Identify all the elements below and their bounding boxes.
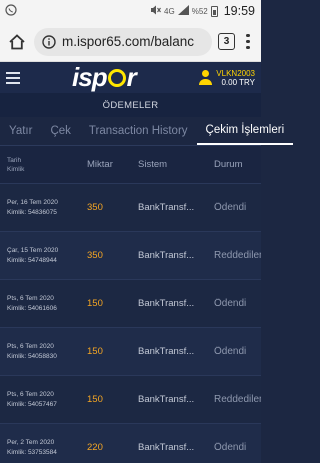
ispor-logo[interactable]: isp r: [72, 64, 137, 91]
row-amount: 350: [87, 250, 103, 261]
header-system: Sistem: [138, 159, 168, 170]
row-system: BankTransf...: [138, 346, 195, 357]
mute-icon: [150, 5, 161, 18]
table-row[interactable]: Per, 16 Tem 2020 Kimlik: 54836075 350 Ban…: [0, 184, 261, 232]
clock: 19:59: [223, 4, 255, 18]
row-status: Reddedilen: [214, 250, 261, 261]
page-title: ÖDEMELER: [0, 93, 261, 117]
row-amount: 150: [87, 394, 103, 405]
address-bar[interactable]: m.ispor65.com/balanc: [34, 27, 212, 56]
table-row[interactable]: Pts, 6 Tem 2020 Kimlik: 54061606 150 Bank…: [0, 280, 261, 328]
username: VLKN2003: [216, 68, 255, 78]
row-system: BankTransf...: [138, 202, 195, 213]
row-id: Kimlik: 53753584: [7, 448, 57, 456]
row-date: Per, 2 Tem 2020: [7, 438, 55, 446]
row-amount: 350: [87, 202, 103, 213]
user-account[interactable]: VLKN2003 0.00 TRY: [199, 69, 255, 87]
network-type: 4G: [164, 6, 175, 16]
row-amount: 150: [87, 298, 103, 309]
header-date: Tarih: [7, 156, 22, 164]
signal-icon: [177, 4, 189, 18]
table-row[interactable]: Pts, 6 Tem 2020 Kimlik: 54058830 150 Bank…: [0, 328, 261, 376]
row-status: Ödendi: [214, 346, 247, 357]
table-header: Tarih Kimlik Miktar Sistem Durum: [0, 146, 261, 184]
browser-menu-icon[interactable]: [241, 34, 255, 49]
battery-percent: %52: [191, 6, 208, 16]
row-status: Reddedilen: [214, 394, 261, 405]
table-row[interactable]: Per, 2 Tem 2020 Kimlik: 53753584 220 Bank…: [0, 424, 261, 463]
row-status: Ödendi: [214, 298, 247, 309]
tab-withdrawal-transactions[interactable]: Çekim İşlemleri: [196, 117, 294, 145]
tab-transaction-history[interactable]: Transaction History: [80, 117, 197, 145]
url-text: m.ispor65.com/balanc: [62, 34, 195, 49]
row-system: BankTransf...: [138, 298, 195, 309]
hamburger-menu-icon[interactable]: [6, 71, 20, 84]
payment-tabs: Yatır Çek Transaction History Çekim İşle…: [0, 117, 294, 146]
tab-withdraw[interactable]: Çek: [41, 117, 79, 145]
row-date: Pts, 6 Tem 2020: [7, 294, 54, 302]
row-system: BankTransf...: [138, 250, 195, 261]
row-date: Per, 16 Tem 2020: [7, 198, 58, 206]
row-id: Kimlik: 54061606: [7, 304, 57, 312]
home-button[interactable]: [6, 33, 28, 50]
browser-toolbar: m.ispor65.com/balanc 3: [0, 22, 261, 62]
row-id: Kimlik: 54748944: [7, 256, 57, 264]
header-amount: Miktar: [87, 159, 113, 170]
header-status: Durum: [214, 159, 243, 170]
site-header: isp r VLKN2003 0.00 TRY: [0, 62, 261, 93]
row-id: Kimlik: 54058830: [7, 352, 57, 360]
tab-deposit[interactable]: Yatır: [0, 117, 41, 145]
row-id: Kimlik: 54057467: [7, 400, 57, 408]
row-system: BankTransf...: [138, 394, 195, 405]
row-status: Ödendi: [214, 202, 247, 213]
table-row[interactable]: Çar, 15 Tem 2020 Kimlik: 54748944 350 Ban…: [0, 232, 261, 280]
row-id: Kimlik: 54836075: [7, 208, 57, 216]
home-icon: [9, 33, 25, 49]
battery-icon: [210, 5, 218, 17]
header-id: Kimlik: [7, 165, 25, 173]
row-amount: 220: [87, 442, 103, 453]
tab-switcher-button[interactable]: 3: [218, 33, 235, 50]
android-status-bar: 4G %52 19:59: [0, 0, 261, 22]
row-amount: 150: [87, 346, 103, 357]
row-status: Ödendi: [214, 442, 247, 453]
info-icon: [42, 34, 56, 49]
withdrawals-table-body: Per, 16 Tem 2020 Kimlik: 54836075 350 Ban…: [0, 184, 261, 463]
whatsapp-icon: [5, 3, 17, 19]
user-icon: [199, 70, 213, 85]
row-date: Pts, 6 Tem 2020: [7, 342, 54, 350]
balance: 0.00 TRY: [221, 77, 255, 87]
row-date: Pts, 6 Tem 2020: [7, 390, 54, 398]
table-row[interactable]: Pts, 6 Tem 2020 Kimlik: 54057467 150 Bank…: [0, 376, 261, 424]
row-system: BankTransf...: [138, 442, 195, 453]
row-date: Çar, 15 Tem 2020: [7, 246, 59, 254]
